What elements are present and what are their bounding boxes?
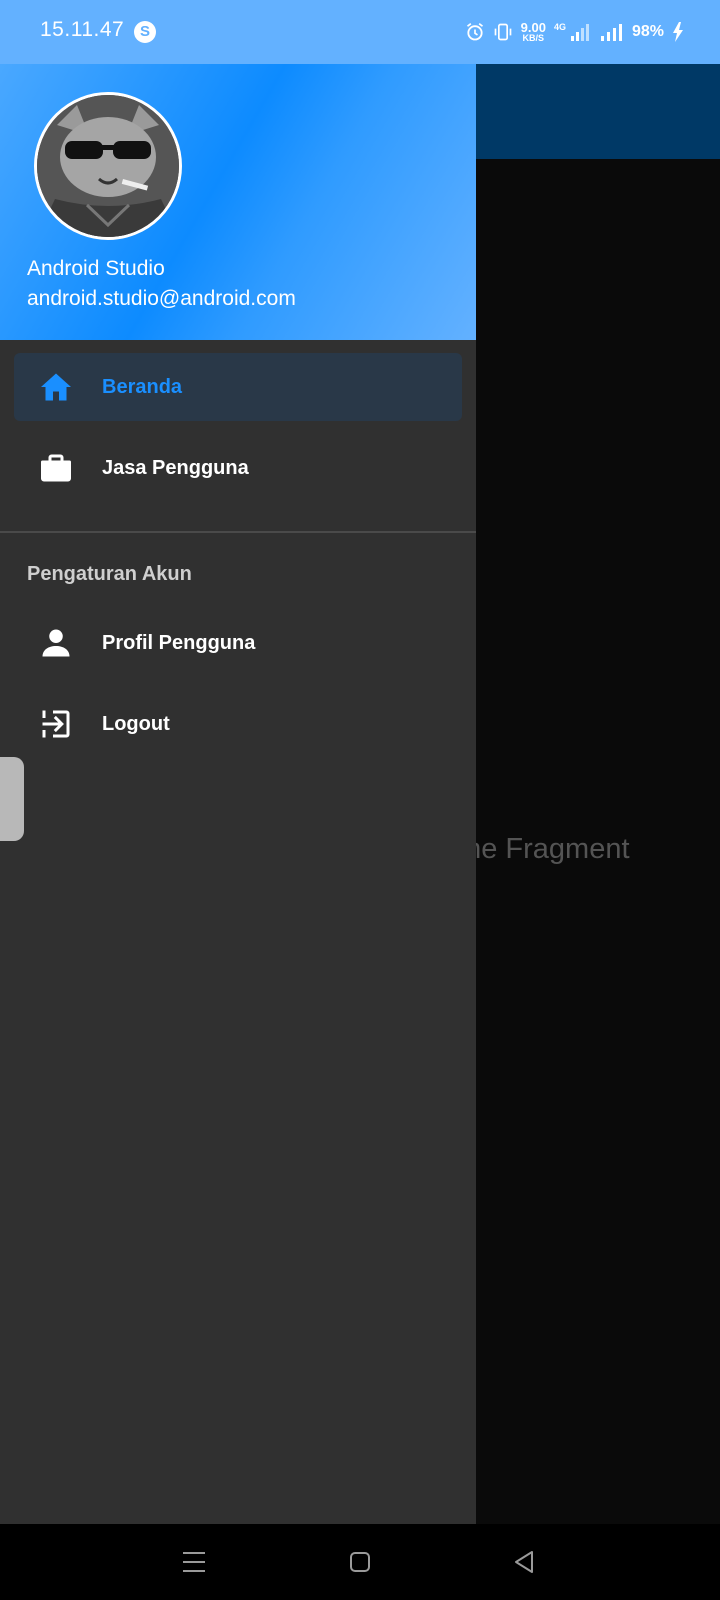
drawer-header: Android Studio android.studio@android.co… <box>0 64 476 340</box>
home-icon <box>41 373 71 401</box>
avatar-image <box>37 95 179 237</box>
signal-icon <box>600 24 622 41</box>
drawer-divider <box>0 531 476 533</box>
net-speed: 9.00 KB/S <box>521 21 546 43</box>
menu-item-profil-pengguna[interactable]: Profil Pengguna <box>14 609 462 677</box>
charging-icon <box>673 22 683 42</box>
menu-item-label: Logout <box>102 713 170 735</box>
screen: 15.11.47 S 9.00 KB/S 4G 98% Home Fragmen… <box>0 0 720 1600</box>
menu-item-jasa-pengguna[interactable]: Jasa Pengguna <box>14 434 462 502</box>
status-time: 15.11.47 <box>40 18 125 41</box>
net-speed-unit: KB/S <box>522 33 545 43</box>
menu-item-label: Profil Pengguna <box>102 632 256 654</box>
user-email: android.studio@android.com <box>27 287 296 310</box>
logout-icon <box>42 710 70 738</box>
home-button-icon[interactable] <box>342 1544 378 1580</box>
status-icons: 9.00 KB/S 4G 98% <box>465 16 684 48</box>
avatar[interactable] <box>34 92 182 240</box>
status-bar: 15.11.47 S 9.00 KB/S 4G 98% <box>0 0 720 64</box>
menu-item-label: Beranda <box>102 376 183 398</box>
vibrate-icon <box>494 23 511 41</box>
network-type: 4G <box>553 22 566 32</box>
alarm-icon <box>466 23 483 41</box>
signal-4g-icon <box>570 24 589 41</box>
user-name: Android Studio <box>27 257 165 280</box>
back-icon[interactable] <box>506 1544 542 1580</box>
section-title-pengaturan-akun: Pengaturan Akun <box>27 563 192 585</box>
menu-item-label: Jasa Pengguna <box>102 457 249 479</box>
menu-item-logout[interactable]: Logout <box>14 690 462 758</box>
edge-panel-handle[interactable] <box>0 757 24 841</box>
app-notification-icon: S <box>134 21 156 43</box>
menu-item-beranda[interactable]: Beranda <box>14 353 462 421</box>
briefcase-icon <box>41 454 71 482</box>
navigation-bar <box>0 1524 720 1600</box>
battery-percent: 98% <box>631 23 664 40</box>
recents-menu-icon[interactable] <box>176 1544 212 1580</box>
person-icon <box>42 629 70 657</box>
navigation-drawer: Android Studio android.studio@android.co… <box>0 64 476 1524</box>
